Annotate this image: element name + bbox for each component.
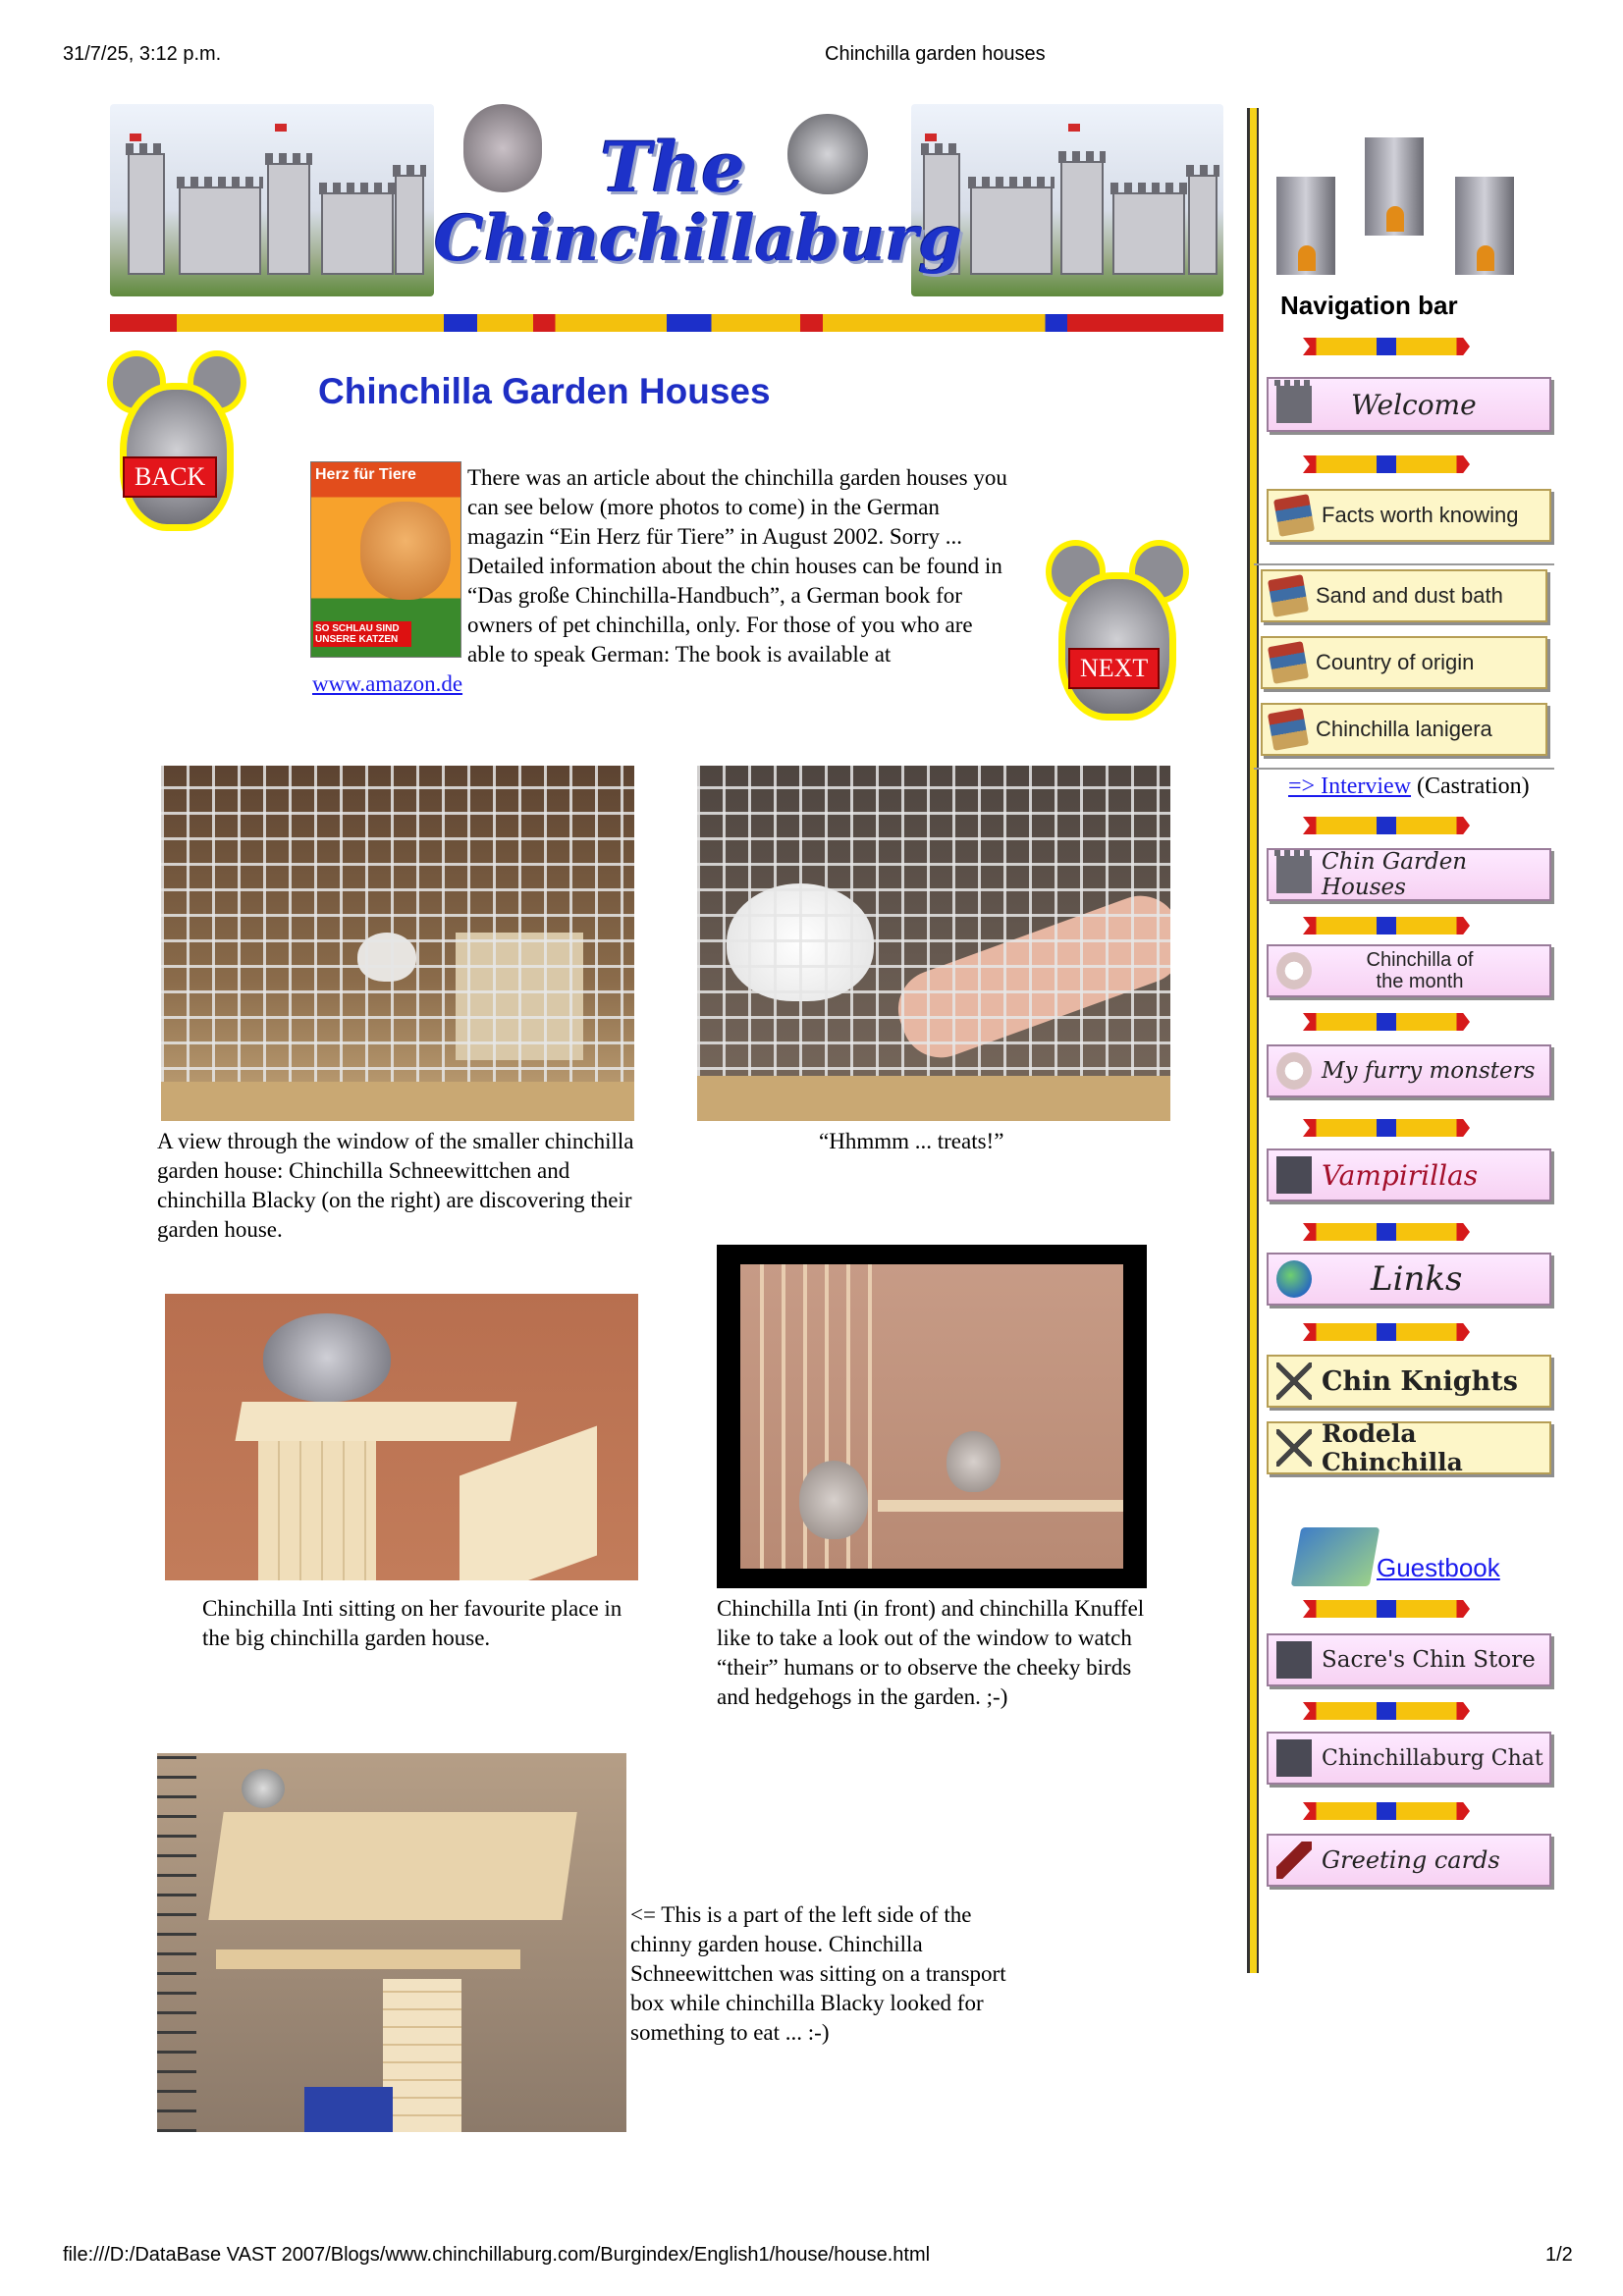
sub-menu-rule xyxy=(1254,563,1554,565)
nav-divider xyxy=(1303,1223,1470,1241)
caption-photo-4: Chinchilla Inti (in front) and chinchill… xyxy=(717,1596,1145,1709)
chinchilla-icon xyxy=(1276,952,1312,989)
castle-icon xyxy=(1276,1739,1312,1777)
print-doc-title: Chinchilla garden houses xyxy=(825,43,1046,65)
footer-page-number: 1/2 xyxy=(1545,2244,1573,2266)
nav-country-of-origin[interactable]: Country of origin xyxy=(1261,636,1547,689)
nav-chinchilla-lanigera[interactable]: Chinchilla lanigera xyxy=(1261,703,1547,756)
pen-icon xyxy=(1276,1842,1312,1879)
back-label: BACK xyxy=(123,456,218,498)
guestbook-icon xyxy=(1290,1527,1380,1586)
nav-vampirillas[interactable]: Vampirillas xyxy=(1267,1148,1551,1201)
tower-icon xyxy=(1274,850,1314,893)
nav-welcome[interactable]: Welcome xyxy=(1267,377,1551,432)
chinchilla-icon xyxy=(1276,1052,1312,1090)
nav-store-label: Sacre's Chin Store xyxy=(1322,1647,1536,1673)
nav-links-label: Links xyxy=(1371,1259,1463,1299)
books-icon xyxy=(1267,641,1310,684)
books-icon xyxy=(1267,708,1310,751)
nav-chinchilla-of-the-month[interactable]: Chinchilla of the month xyxy=(1267,944,1551,997)
banner-stripe xyxy=(110,314,1223,332)
swords-icon xyxy=(1276,1362,1312,1400)
sub-menu-rule xyxy=(1254,768,1554,770)
back-button[interactable]: BACK xyxy=(93,348,260,535)
caption-photo-2: “Hhmmm ... treats!” xyxy=(819,1129,1004,1153)
castle-icon xyxy=(1276,1641,1312,1679)
nav-month-line1: Chinchilla of xyxy=(1366,949,1474,971)
nav-garden-label: Chin Garden Houses xyxy=(1322,849,1468,900)
nav-month-label: Chinchilla of the month xyxy=(1322,949,1518,992)
caption-photo-5: <= This is a part of the left side of th… xyxy=(630,1902,1006,2045)
globe-icon xyxy=(1276,1260,1312,1298)
photo-left-side-garden-house xyxy=(157,1753,626,2132)
nav-greeting-cards[interactable]: Greeting cards xyxy=(1267,1834,1551,1887)
nav-sacres-chin-store[interactable]: Sacre's Chin Store xyxy=(1267,1633,1551,1686)
tower-icon xyxy=(1274,380,1314,423)
page-title: Chinchilla Garden Houses xyxy=(318,371,771,411)
nav-greeting-label: Greeting cards xyxy=(1322,1846,1500,1874)
nav-my-furry-monsters[interactable]: My furry monsters xyxy=(1267,1044,1551,1097)
interview-note: (Castration) xyxy=(1417,774,1530,799)
intro-text: There was an article about the chinchill… xyxy=(467,465,1007,667)
shield-sword-icon xyxy=(1276,1429,1312,1467)
nav-month-line2: the month xyxy=(1376,971,1464,992)
guestbook-link[interactable]: Guestbook xyxy=(1377,1553,1500,1583)
nav-divider xyxy=(1303,1600,1470,1618)
nav-chinchillaburg-chat[interactable]: Chinchillaburg Chat xyxy=(1267,1732,1551,1785)
print-datetime: 31/7/25, 3:12 p.m. xyxy=(63,43,222,65)
nav-divider xyxy=(1303,1802,1470,1820)
nav-rodela-chinchilla[interactable]: Rodela Chinchilla xyxy=(1267,1419,1551,1476)
interview-line: => Interview (Castration) xyxy=(1288,774,1530,800)
nav-divider xyxy=(1303,1013,1470,1031)
caption-photo-3: Chinchilla Inti sitting on her favourite… xyxy=(202,1596,622,1650)
nav-chat-label: Chinchillaburg Chat xyxy=(1322,1745,1543,1771)
next-label: NEXT xyxy=(1068,648,1161,689)
nav-divider xyxy=(1303,817,1470,834)
nav-links[interactable]: Links xyxy=(1267,1253,1551,1306)
nav-facts[interactable]: Facts worth knowing xyxy=(1267,489,1551,542)
text-wrap-spacer xyxy=(310,463,467,660)
nav-divider xyxy=(1303,917,1470,934)
site-banner: The Chinchillaburg xyxy=(110,104,1223,296)
logo-the: The xyxy=(600,127,745,208)
sidebar-rule xyxy=(1247,108,1259,1973)
nav-divider xyxy=(1303,338,1470,355)
nav-chin-knights[interactable]: Chin Knights xyxy=(1267,1355,1551,1408)
books-icon xyxy=(1267,574,1310,617)
photo-treats xyxy=(697,766,1170,1121)
photo-inti-favourite-place xyxy=(165,1294,638,1580)
nav-welcome-label: Welcome xyxy=(1351,388,1477,421)
nav-divider xyxy=(1303,1323,1470,1341)
footer-file-path: file:///D:/DataBase VAST 2007/Blogs/www.… xyxy=(63,2244,931,2266)
nav-knights-label: Chin Knights xyxy=(1322,1365,1518,1397)
nav-sand-dust-bath[interactable]: Sand and dust bath xyxy=(1261,569,1547,622)
next-button[interactable]: NEXT xyxy=(1031,538,1204,724)
caption-photo-1: A view through the window of the smaller… xyxy=(157,1129,634,1242)
navigation-heading: Navigation bar xyxy=(1280,291,1458,320)
interview-link[interactable]: => Interview xyxy=(1288,774,1411,799)
photo-inti-knuffel-window xyxy=(717,1245,1147,1588)
nav-divider xyxy=(1303,1702,1470,1720)
nav-divider xyxy=(1303,1119,1470,1137)
nav-sand-label: Sand and dust bath xyxy=(1316,583,1503,608)
intro-paragraph: There was an article about the chinchill… xyxy=(312,463,1009,699)
castle-icon xyxy=(1276,1156,1312,1194)
photo-smaller-garden-house xyxy=(161,766,634,1121)
castle-illustration-left xyxy=(110,104,434,296)
nav-facts-label: Facts worth knowing xyxy=(1322,503,1519,527)
logo-chinchillaburg: Chinchillaburg xyxy=(434,202,962,276)
amazon-link[interactable]: www.amazon.de xyxy=(312,671,462,696)
nav-rodela-label: Rodela Chinchilla xyxy=(1322,1419,1463,1476)
nav-furry-label: My furry monsters xyxy=(1322,1058,1536,1084)
nav-chin-garden-houses[interactable]: Chin Garden Houses xyxy=(1267,848,1551,901)
nav-country-label: Country of origin xyxy=(1316,650,1475,674)
nav-vampirillas-label: Vampirillas xyxy=(1322,1158,1479,1192)
navigation-towers xyxy=(1276,137,1532,285)
nav-divider xyxy=(1303,455,1470,473)
nav-lanigera-label: Chinchilla lanigera xyxy=(1316,717,1492,741)
books-icon xyxy=(1272,494,1316,537)
